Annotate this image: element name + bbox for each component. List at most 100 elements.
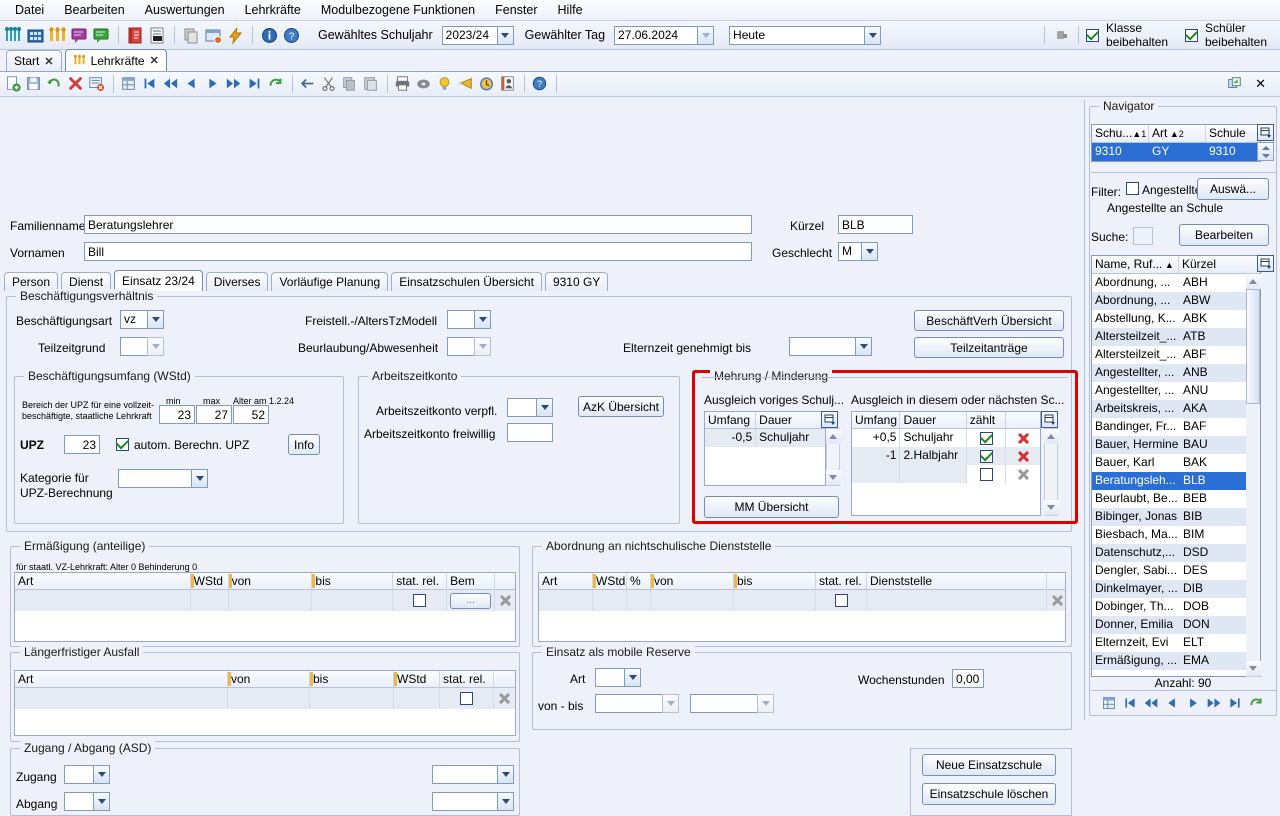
navigator-school-scroll-icon[interactable]: [1257, 142, 1274, 161]
stat-rel-checkbox[interactable]: [460, 692, 473, 705]
chevron-down-icon[interactable]: [191, 469, 208, 488]
zaehlt-checkbox[interactable]: [979, 449, 993, 463]
message-green-icon[interactable]: [92, 26, 111, 45]
ermaessigung-grid[interactable]: Art WStd von bis stat. rel. Bem ...: [14, 572, 516, 642]
window-tab-start[interactable]: Start ✕: [6, 50, 62, 71]
delete-grey-icon[interactable]: [498, 593, 512, 608]
copy-doc-icon[interactable]: [182, 26, 201, 45]
navigator-list-item[interactable]: Angestellter, ... ANU: [1092, 382, 1260, 400]
chevron-down-icon[interactable]: [861, 242, 878, 261]
last-icon[interactable]: [1227, 695, 1243, 711]
navigator-school-grid-menu-icon[interactable]: [1257, 124, 1274, 141]
mobile-reserve-art-combo[interactable]: [595, 668, 641, 687]
help-icon[interactable]: ?: [282, 26, 301, 45]
schueler-beibehalten-checkbox[interactable]: [1184, 28, 1198, 42]
mm-left-grid-menu-icon[interactable]: [821, 411, 838, 428]
report-icon[interactable]: [148, 26, 167, 45]
ausfall-grid[interactable]: Art von bis WStd stat. rel.: [14, 670, 516, 736]
wochenstunden-input[interactable]: [952, 669, 984, 688]
navigator-teacher-list[interactable]: Name, Ruf... ▲ Kürzel Abordnung, ... ABH A…: [1091, 255, 1261, 677]
table-icon[interactable]: [120, 75, 139, 94]
mm-right-row1-delete[interactable]: [1006, 447, 1040, 465]
mm-right-grid[interactable]: Umfang Dauer zählt +0,5 Schuljahr -1 2.H…: [851, 411, 1041, 516]
prev-icon[interactable]: [183, 75, 202, 94]
scroll-up-icon[interactable]: [1043, 429, 1059, 444]
chevron-down-icon[interactable]: [147, 337, 164, 356]
navigator-list-item[interactable]: Datenschutz,... DSD: [1092, 544, 1260, 562]
abordnung-row0-delete[interactable]: [1047, 590, 1065, 611]
chevron-down-icon[interactable]: [474, 337, 491, 356]
navigator-list-item[interactable]: Abordnung, ... ABH: [1092, 274, 1260, 292]
mm-right-grid-menu-icon[interactable]: [1041, 411, 1058, 428]
stat-rel-checkbox[interactable]: [413, 594, 427, 607]
menu-lehrkraefte[interactable]: Lehrkräfte: [236, 1, 310, 19]
table-icon[interactable]: [1101, 695, 1117, 711]
navigator-list-item[interactable]: Altersteilzeit_... ATB: [1092, 328, 1260, 346]
copy-icon[interactable]: [341, 75, 360, 94]
table-row[interactable]: -0,5 Schuljahr: [705, 429, 825, 447]
mobile-reserve-bis-combo[interactable]: [690, 694, 774, 713]
zaehlt-checkbox[interactable]: [979, 467, 993, 481]
mm-right-row2-zaehlt[interactable]: [966, 465, 1007, 483]
tab-diverses[interactable]: Diverses: [205, 272, 269, 291]
kategorie-combo[interactable]: [118, 469, 208, 488]
navigator-list-item[interactable]: Abstellung, K... ABK: [1092, 310, 1260, 328]
mm-right-row0-delete[interactable]: [1006, 429, 1040, 447]
delete-red-icon[interactable]: [1016, 449, 1031, 464]
back-icon[interactable]: [299, 75, 318, 94]
trumpet-icon[interactable]: [457, 75, 476, 94]
azk-verpfl-combo[interactable]: [507, 398, 553, 417]
ausfall-row0-delete[interactable]: [494, 688, 515, 709]
scroll-down-icon[interactable]: [1245, 661, 1261, 676]
familienname-input[interactable]: [84, 215, 752, 234]
teilzeitantraege-button[interactable]: Teilzeitanträge: [914, 337, 1064, 358]
chevron-down-icon[interactable]: [536, 398, 553, 417]
table-row[interactable]: ...: [15, 590, 515, 611]
new-doc-icon[interactable]: [4, 75, 23, 94]
menu-bearbeiten[interactable]: Bearbeiten: [55, 1, 133, 19]
close-icon[interactable]: ✕: [44, 55, 53, 68]
table-row[interactable]: [15, 688, 515, 709]
building-icon[interactable]: [26, 26, 45, 45]
delete-icon[interactable]: [67, 75, 86, 94]
menu-fenster[interactable]: Fenster: [486, 1, 546, 19]
navigator-list-item[interactable]: Bandinger, Fr... BAF: [1092, 418, 1260, 436]
next-fast-icon[interactable]: [225, 75, 244, 94]
print-icon[interactable]: [394, 75, 413, 94]
navigator-list-menu-icon[interactable]: [1257, 255, 1274, 272]
tab-einsatzschulen-uebersicht[interactable]: Einsatzschulen Übersicht: [391, 272, 542, 291]
menu-auswertungen[interactable]: Auswertungen: [136, 1, 234, 19]
delete-grey-icon[interactable]: [1016, 467, 1031, 482]
chevron-down-icon[interactable]: [662, 694, 679, 713]
navigator-list-item[interactable]: Dengler, Sabi... DES: [1092, 562, 1260, 580]
kuerzel-input[interactable]: [838, 215, 913, 234]
message-purple-icon[interactable]: [70, 26, 89, 45]
refresh-icon[interactable]: [1248, 695, 1264, 711]
beschaeftverh-uebersicht-button[interactable]: BeschäftVerh Übersicht: [914, 310, 1064, 331]
navigator-list-item[interactable]: Biesbach, Ma... BIM: [1092, 526, 1260, 544]
mm-uebersicht-button[interactable]: MM Übersicht: [704, 496, 839, 518]
table-row[interactable]: +0,5 Schuljahr: [852, 429, 1040, 447]
ausfall-row0-statrel[interactable]: [440, 688, 494, 709]
abgang-combo-2[interactable]: [432, 792, 514, 811]
filter-angestellter-checkbox[interactable]: [1126, 182, 1139, 195]
delete-grey-icon[interactable]: [497, 691, 512, 706]
zugang-combo[interactable]: [64, 765, 110, 784]
klasse-beibehalten-checkbox[interactable]: [1086, 28, 1100, 42]
ermaessigung-row0-delete[interactable]: [495, 590, 515, 611]
teilzeitgrund-combo[interactable]: [120, 337, 164, 356]
scroll-thumb[interactable]: [1246, 289, 1260, 404]
mm-right-row1-zaehlt[interactable]: [967, 447, 1007, 465]
menu-modulbezogene-funktionen[interactable]: Modulbezogene Funktionen: [312, 1, 484, 19]
chevron-down-icon[interactable]: [855, 337, 872, 356]
info-icon[interactable]: [260, 26, 279, 45]
first-icon[interactable]: [141, 75, 160, 94]
chevron-down-icon[interactable]: [497, 765, 514, 784]
neue-einsatzschule-button[interactable]: Neue Einsatzschule: [922, 754, 1056, 776]
chevron-down-icon[interactable]: [757, 694, 774, 713]
next-icon[interactable]: [204, 75, 223, 94]
paste-icon[interactable]: [362, 75, 381, 94]
tag-combo[interactable]: 27.06.2024: [614, 25, 715, 45]
window-tab-lehrkraefte[interactable]: Lehrkräfte ✕: [64, 49, 167, 71]
people-group-icon[interactable]: [4, 26, 23, 45]
